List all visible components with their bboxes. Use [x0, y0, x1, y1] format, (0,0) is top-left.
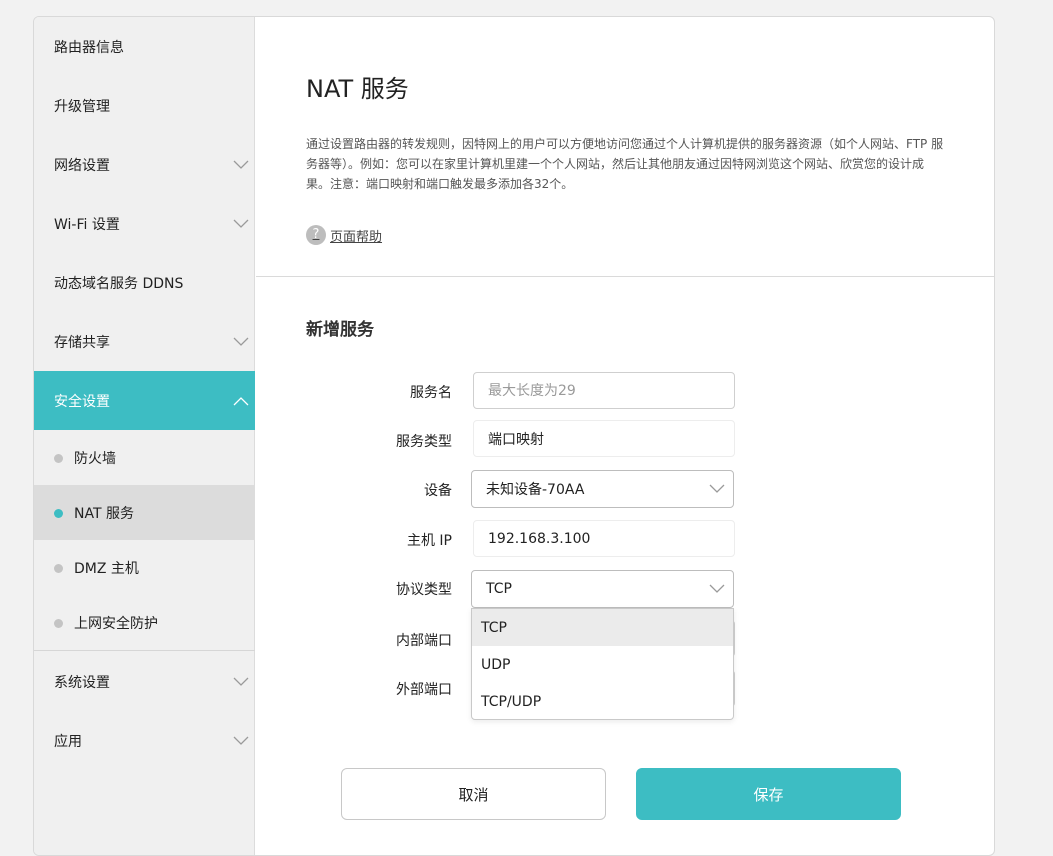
service-type-label: 服务类型 — [396, 434, 452, 450]
sidebar-item-upgrade[interactable]: 升级管理 — [34, 76, 255, 135]
bullet-icon — [54, 563, 63, 573]
sidebar-item-label: 存储共享 — [54, 334, 110, 351]
chevron-down-icon — [233, 736, 249, 745]
protocol-select-value: TCP — [486, 581, 512, 597]
sidebar: 路由器信息 升级管理 网络设置 Wi-Fi 设置 动态域名服务 DDNS 存储共… — [34, 17, 255, 855]
service-type-field: 端口映射 — [473, 420, 735, 457]
cancel-button[interactable]: 取消 — [341, 768, 606, 820]
host-ip-value: 192.168.3.100 — [488, 530, 591, 547]
protocol-option-udp[interactable]: UDP — [472, 646, 733, 683]
protocol-option-tcp[interactable]: TCP — [472, 609, 733, 646]
sidebar-item-router-info[interactable]: 路由器信息 — [34, 17, 255, 76]
main-content: NAT 服务 通过设置路由器的转发规则，因特网上的用户可以方便地访问您通过个人计… — [256, 17, 994, 855]
service-type-value: 端口映射 — [488, 431, 544, 448]
chevron-down-icon — [233, 337, 249, 346]
page-help-link[interactable]: ? 页面帮助 — [306, 225, 382, 245]
sidebar-item-label: 动态域名服务 DDNS — [54, 275, 184, 292]
service-name-input[interactable] — [488, 382, 734, 399]
sidebar-item-wifi[interactable]: Wi-Fi 设置 — [34, 194, 255, 253]
sidebar-divider — [34, 650, 255, 651]
page-title: NAT 服务 — [306, 75, 409, 103]
bullet-icon — [54, 618, 63, 628]
chevron-down-icon — [709, 584, 725, 593]
host-ip-field[interactable]: 192.168.3.100 — [473, 520, 735, 557]
protocol-label: 协议类型 — [396, 582, 452, 598]
section-title: 新增服务 — [306, 320, 374, 340]
sidebar-subitem-label: 防火墙 — [74, 450, 116, 467]
chevron-down-icon — [233, 219, 249, 228]
sidebar-item-label: 升级管理 — [54, 98, 110, 115]
sidebar-item-label: 系统设置 — [54, 674, 110, 691]
external-port-label: 外部端口 — [396, 682, 452, 698]
device-select-value: 未知设备-70AA — [486, 482, 585, 498]
sidebar-subitem-web-security[interactable]: 上网安全防护 — [34, 595, 255, 650]
chevron-down-icon — [233, 160, 249, 169]
protocol-select[interactable]: TCP — [471, 570, 734, 608]
sidebar-item-label: 安全设置 — [54, 393, 110, 410]
device-label: 设备 — [424, 483, 452, 499]
internal-port-label: 内部端口 — [396, 633, 452, 649]
sidebar-item-system[interactable]: 系统设置 — [34, 652, 255, 711]
sidebar-item-label: 应用 — [54, 733, 82, 750]
sidebar-item-label: 路由器信息 — [54, 39, 124, 56]
device-select[interactable]: 未知设备-70AA — [471, 470, 734, 508]
sidebar-item-label: Wi-Fi 设置 — [54, 216, 120, 233]
page-description: 通过设置路由器的转发规则，因特网上的用户可以方便地访问您通过个人计算机提供的服务… — [306, 137, 944, 191]
sidebar-item-ddns[interactable]: 动态域名服务 DDNS — [34, 253, 255, 312]
sidebar-subitem-label: NAT 服务 — [74, 505, 134, 522]
sidebar-subitem-firewall[interactable]: 防火墙 — [34, 430, 255, 485]
sidebar-item-network[interactable]: 网络设置 — [34, 135, 255, 194]
sidebar-item-security[interactable]: 安全设置 — [34, 371, 255, 430]
protocol-dropdown: TCP UDP TCP/UDP — [471, 608, 734, 720]
sidebar-item-label: 网络设置 — [54, 157, 110, 174]
sidebar-subitem-nat[interactable]: NAT 服务 — [34, 485, 255, 540]
protocol-option-tcp-udp[interactable]: TCP/UDP — [472, 683, 733, 720]
chevron-down-icon — [709, 484, 725, 493]
app-window: 路由器信息 升级管理 网络设置 Wi-Fi 设置 动态域名服务 DDNS 存储共… — [33, 16, 995, 856]
sidebar-item-storage[interactable]: 存储共享 — [34, 312, 255, 371]
sidebar-subitem-dmz[interactable]: DMZ 主机 — [34, 540, 255, 595]
help-icon: ? — [306, 225, 326, 245]
sidebar-item-apps[interactable]: 应用 — [34, 711, 255, 770]
host-ip-label: 主机 IP — [406, 533, 452, 549]
bullet-icon — [54, 453, 63, 463]
section-divider — [256, 276, 994, 277]
bullet-icon — [54, 508, 63, 518]
service-name-field[interactable] — [473, 372, 735, 409]
chevron-down-icon — [233, 677, 249, 686]
service-name-label: 服务名 — [410, 385, 452, 401]
sidebar-subitem-label: DMZ 主机 — [74, 560, 139, 577]
chevron-up-icon — [233, 396, 249, 405]
save-button[interactable]: 保存 — [636, 768, 901, 820]
sidebar-subitem-label: 上网安全防护 — [74, 615, 158, 632]
page-help-label: 页面帮助 — [330, 229, 383, 245]
